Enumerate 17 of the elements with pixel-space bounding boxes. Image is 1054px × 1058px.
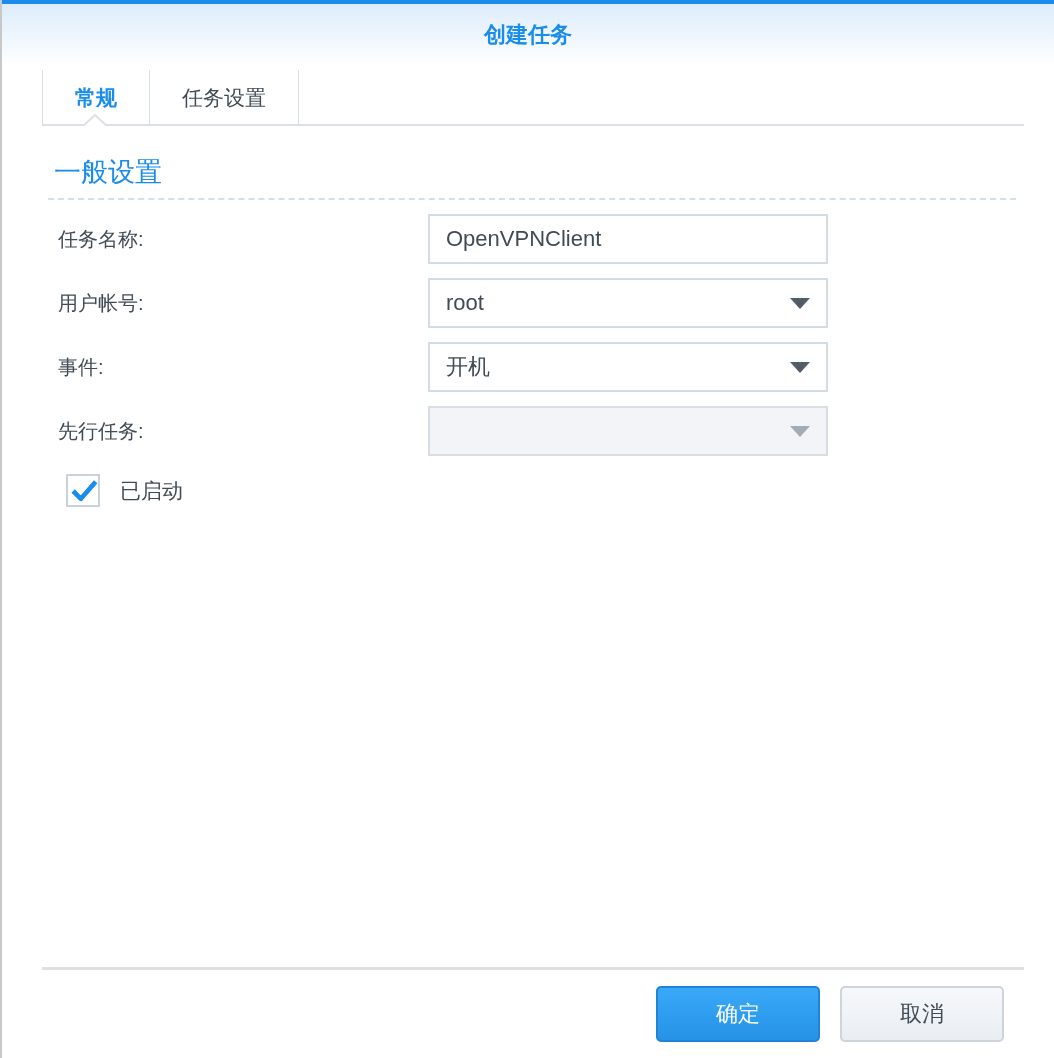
window-title: 创建任务 [484, 21, 572, 49]
dropdown-field[interactable]: 开机 [428, 342, 828, 392]
text-field[interactable]: OpenVPNClient [428, 214, 828, 264]
field-label: 用户帐号: [58, 290, 145, 316]
field-label: 先行任务: [58, 418, 145, 444]
field-label: 事件: [58, 354, 105, 380]
tab[interactable]: 任务设置 [149, 70, 299, 126]
cancel-button[interactable]: 取消 [840, 986, 1004, 1042]
caret-icon [790, 361, 810, 373]
section-title: 一般设置 [54, 157, 162, 187]
checkbox[interactable] [66, 474, 100, 507]
caret-icon [790, 297, 810, 309]
dropdown-field[interactable]: root [428, 278, 828, 328]
tab[interactable]: 常规 [42, 70, 149, 126]
caret-icon [790, 425, 810, 437]
field-label: 任务名称: [58, 226, 145, 252]
checkbox-label: 已启动 [120, 477, 183, 504]
